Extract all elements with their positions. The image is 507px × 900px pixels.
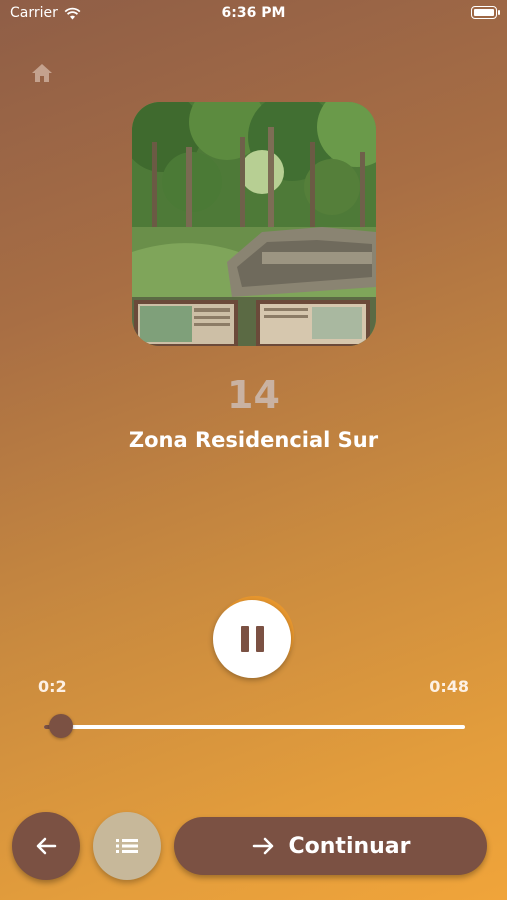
arrow-left-icon	[36, 837, 57, 855]
continue-button[interactable]: Continuar	[174, 817, 487, 875]
continue-label: Continuar	[288, 833, 411, 859]
list-button[interactable]	[93, 812, 161, 880]
elapsed-time: 0:2	[38, 677, 67, 696]
pause-icon-bar	[255, 626, 264, 652]
total-time: 0:48	[429, 677, 469, 696]
pause-button[interactable]	[213, 600, 291, 678]
stop-title: Zona Residencial Sur	[128, 428, 379, 452]
arrow-right-icon	[252, 837, 273, 855]
stop-artwork-image	[132, 102, 376, 346]
progress-slider[interactable]	[44, 714, 465, 738]
pause-control	[213, 596, 295, 679]
status-bar: Carrier 6:36 PM	[0, 0, 507, 30]
home-icon[interactable]	[31, 62, 53, 84]
list-icon	[116, 839, 138, 853]
progress-slider-thumb[interactable]	[48, 714, 73, 738]
pause-icon	[240, 626, 249, 652]
back-button[interactable]	[12, 812, 80, 880]
status-time: 6:36 PM	[221, 5, 286, 21]
battery-icon	[471, 6, 500, 19]
stop-number: 14	[227, 373, 280, 417]
